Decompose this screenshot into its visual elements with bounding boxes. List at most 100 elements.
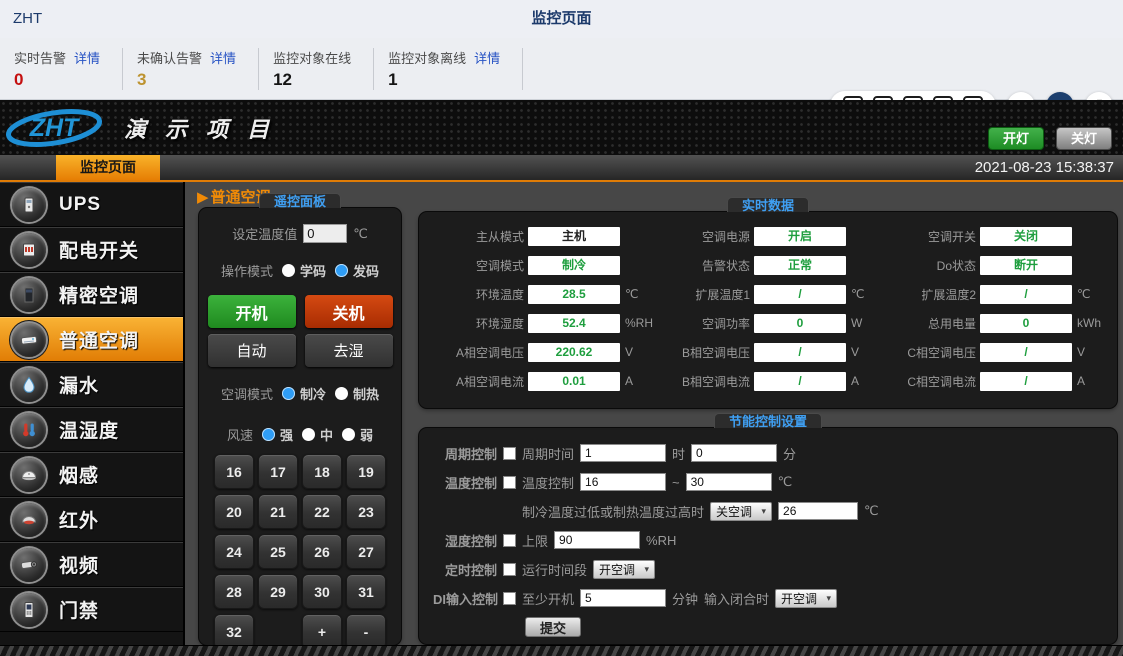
temp-overflow-select[interactable]: 关空调▾ [710,502,772,521]
sidebar-item-normal-ac[interactable]: 普通空调 [0,317,183,362]
realtime-unit: %RH [625,316,655,330]
temp-button[interactable]: 24 [214,534,254,569]
light-on-button[interactable]: 开灯 [989,128,1043,149]
dehumidify-button[interactable]: 去湿 [305,334,393,367]
radio-icon[interactable] [302,428,315,441]
temp-overflow-input[interactable] [778,502,858,520]
tab-bar: 监控页面 2021-08-23 15:38:37 [0,155,1123,182]
radio-icon[interactable] [282,387,295,400]
realtime-unit: ℃ [625,287,655,301]
set-temp-unit: ℃ [353,226,368,242]
radio-icon[interactable] [282,264,295,277]
di-control-checkbox[interactable] [503,592,516,605]
sidebar-item-access-control[interactable]: 门禁 [0,587,183,632]
radio-icon[interactable] [335,387,348,400]
temp-plus-button[interactable]: + [302,614,342,649]
realtime-unit: V [625,345,655,359]
logo-subtitle: 演示项目 [124,112,288,144]
temp-button[interactable]: 26 [302,534,342,569]
timer-action-select[interactable]: 开空调▾ [593,560,655,579]
radio-icon[interactable] [342,428,355,441]
ac-mode-option-cool[interactable]: 制冷 [282,384,326,403]
di-action-select[interactable]: 开空调▾ [775,589,837,608]
realtime-label: 环境温度 [476,286,524,303]
cycle-minutes-input[interactable] [691,444,777,462]
sidebar-item-power-switch[interactable]: 配电开关 [0,227,183,272]
main-area: UPS 配电开关 精密空调 普通空调 漏水 温湿度 [0,182,1123,656]
temp-min-input[interactable] [580,473,666,491]
chevron-down-icon: ▾ [644,564,649,575]
temp-button[interactable]: 20 [214,494,254,529]
light-off-button[interactable]: 关灯 [1057,128,1111,149]
detail-link[interactable]: 详情 [474,48,500,67]
sidebar-item-video[interactable]: 视频 [0,542,183,587]
temp-button[interactable]: 27 [346,534,386,569]
humidity-limit-input[interactable] [554,531,640,549]
temp-button[interactable]: 31 [346,574,386,609]
detail-link[interactable]: 详情 [74,48,100,67]
di-minutes-input[interactable] [580,589,666,607]
realtime-value: 开启 [754,227,846,246]
cycle-hours-input[interactable] [580,444,666,462]
sidebar-item-water-leak[interactable]: 漏水 [0,362,183,407]
temp-button[interactable]: 32 [214,614,254,649]
realtime-field: 扩展温度1/ ℃ [655,284,881,304]
temp-button[interactable]: 17 [258,454,298,489]
temp-button[interactable]: 29 [258,574,298,609]
temp-button[interactable]: 16 [214,454,254,489]
temp-button[interactable]: 22 [302,494,342,529]
sidebar-item-precision-ac[interactable]: 精密空调 [0,272,183,317]
fan-option-low[interactable]: 弱 [342,425,373,444]
sidebar-item-label: 漏水 [59,371,99,398]
temp-max-input[interactable] [686,473,772,491]
ac-mode-option-heat[interactable]: 制热 [335,384,379,403]
op-mode-option-learn[interactable]: 学码 [282,261,326,280]
realtime-unit: ℃ [851,287,881,301]
door-access-icon [12,593,46,627]
temp-range-label: 温度控制 [522,473,574,492]
set-temp-input[interactable] [303,224,347,243]
stats-bar: 实时告警详情 0 未确认告警详情 3 监控对象在线 12 监控对象离线详情 1 … [0,38,1123,100]
ac-mode-label: 空调模式 [221,384,273,403]
realtime-field: C相空调电压/V [881,342,1107,362]
fan-option-high[interactable]: 强 [262,425,293,444]
temp-button[interactable]: 19 [346,454,386,489]
sidebar-item-infrared[interactable]: 红外 [0,497,183,542]
power-off-button[interactable]: 关机 [305,295,393,328]
temp-button[interactable]: 21 [258,494,298,529]
realtime-field: B相空调电压/V [655,342,881,362]
timer-control-checkbox[interactable] [503,563,516,576]
realtime-value: / [754,343,846,362]
op-mode-option-send[interactable]: 发码 [335,261,379,280]
temp-button[interactable]: 28 [214,574,254,609]
temp-minus-button[interactable]: - [346,614,386,649]
power-row: 开机 关机 [199,295,401,328]
temp-control-checkbox[interactable] [503,476,516,489]
humidity-control-checkbox[interactable] [503,534,516,547]
temp-button[interactable]: 30 [302,574,342,609]
fan-option-mid[interactable]: 中 [302,425,333,444]
auto-button[interactable]: 自动 [208,334,296,367]
realtime-label: 扩展温度1 [695,286,750,303]
tab-monitor-page[interactable]: 监控页面 [56,155,160,180]
radio-icon[interactable] [262,428,275,441]
realtime-value: / [754,285,846,304]
bottom-stripes [0,645,1123,656]
cycle-control-checkbox[interactable] [503,447,516,460]
temp-button[interactable]: 18 [302,454,342,489]
chevron-down-icon: ▾ [827,593,832,604]
submit-button[interactable]: 提交 [525,617,581,637]
temp-control-label: 温度控制 [433,473,497,492]
power-on-button[interactable]: 开机 [208,295,296,328]
realtime-value: / [980,285,1072,304]
detail-link[interactable]: 详情 [210,48,236,67]
temp-button[interactable]: 23 [346,494,386,529]
radio-icon[interactable] [335,264,348,277]
banner: ZHT 演示项目 开灯 关灯 [0,100,1123,155]
realtime-label: C相空调电压 [907,344,976,361]
sidebar-item-smoke[interactable]: 烟感 [0,452,183,497]
panel-tab-realtime: 实时数据 [727,197,809,212]
temp-button[interactable]: 25 [258,534,298,569]
sidebar-item-ups[interactable]: UPS [0,182,183,227]
sidebar-item-temp-humidity[interactable]: 温湿度 [0,407,183,452]
